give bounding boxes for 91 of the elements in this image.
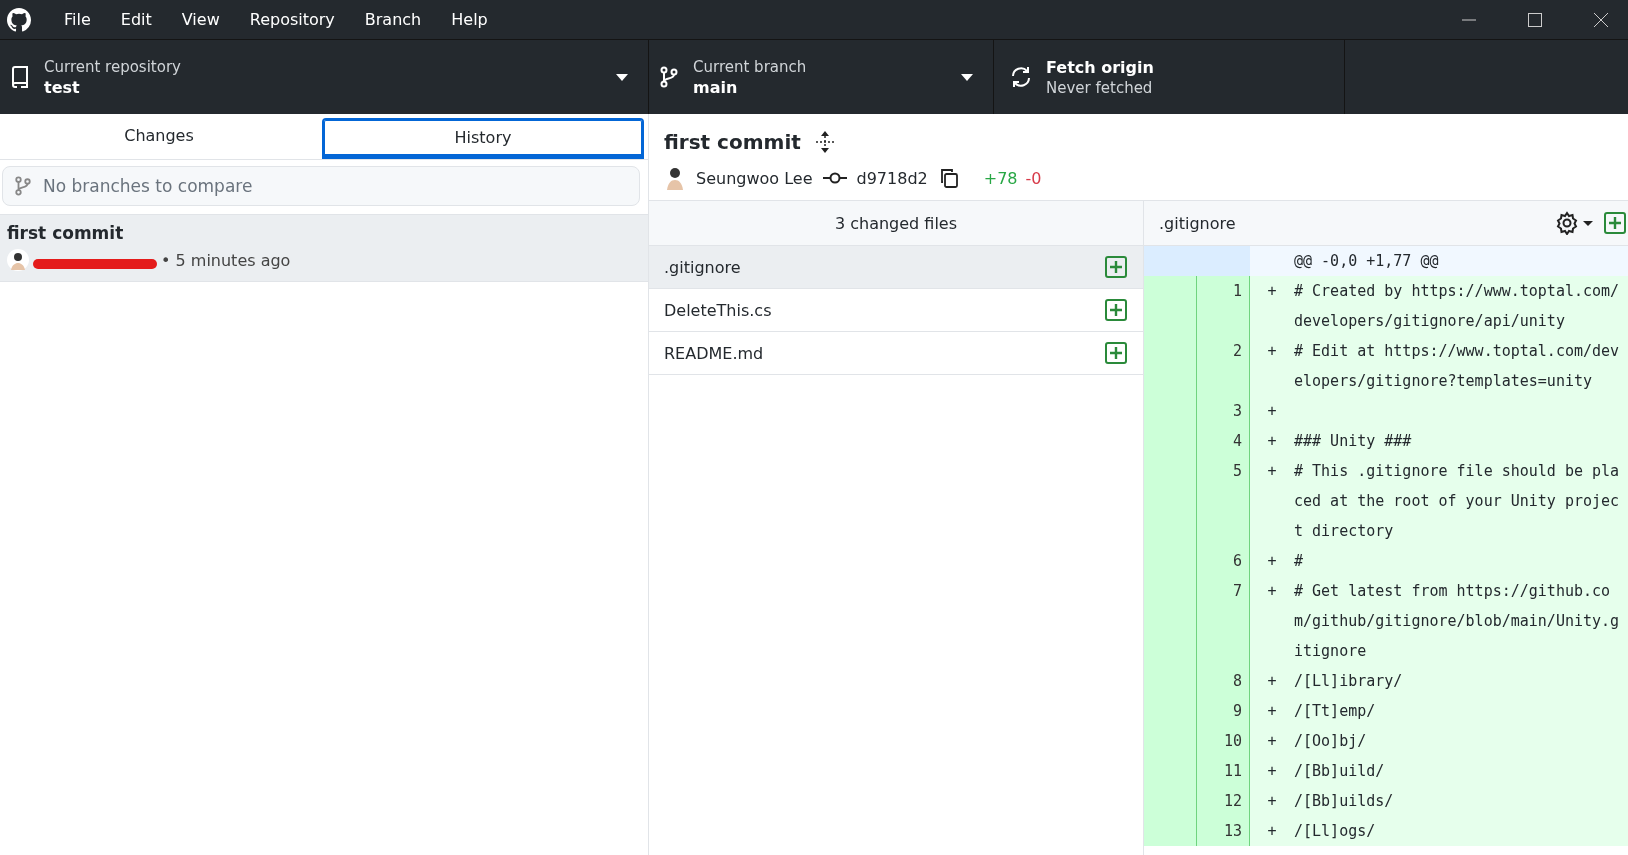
tab[interactable]: History bbox=[322, 118, 644, 159]
commit-icon bbox=[822, 171, 847, 185]
commit-sha: d9718d2 bbox=[856, 168, 928, 188]
code-line: developers/gitignore/api/unity bbox=[1294, 311, 1565, 332]
code-line: /[Ll]ibrary/ bbox=[1294, 671, 1403, 692]
branch-icon bbox=[14, 175, 32, 197]
commit-item[interactable]: first commit • 5 minutes ago bbox=[0, 215, 648, 282]
added-icon bbox=[1105, 256, 1127, 278]
line-number: 4 bbox=[1197, 426, 1250, 456]
changed-file-row[interactable]: .gitignore bbox=[649, 246, 1143, 289]
hunk-header: @@ -0,0 +1,77 @@ bbox=[1294, 251, 1439, 272]
line-number: 13 bbox=[1197, 816, 1250, 846]
caret-icon bbox=[961, 73, 973, 81]
diff-sign: + bbox=[1267, 671, 1277, 692]
deletions-count: -0 bbox=[1025, 168, 1042, 188]
code-line: t directory bbox=[1294, 521, 1394, 542]
diff-sign: + bbox=[1267, 281, 1277, 302]
line-number: 8 bbox=[1197, 666, 1250, 696]
diff-sign: + bbox=[1267, 821, 1277, 842]
code-line: ### Unity ### bbox=[1294, 431, 1412, 452]
additions-count: +78 bbox=[983, 168, 1018, 188]
code-line: ced at the root of your Unity projec bbox=[1294, 491, 1620, 512]
settings-icon[interactable] bbox=[1556, 211, 1594, 235]
line-number: 2 bbox=[1197, 336, 1250, 396]
commit-title: first commit bbox=[7, 223, 125, 243]
gutter-cell bbox=[1144, 816, 1197, 846]
menu-item[interactable]: Branch bbox=[349, 10, 437, 29]
branch-dropdown[interactable]: Current branch main bbox=[649, 40, 994, 114]
line-number: 12 bbox=[1197, 786, 1250, 816]
diff-sign: + bbox=[1267, 581, 1277, 602]
branch-compare-field[interactable]: No branches to compare bbox=[2, 166, 640, 206]
menu-item[interactable]: View bbox=[166, 10, 235, 29]
line-number: 5 bbox=[1197, 456, 1250, 546]
code-line: # bbox=[1294, 551, 1304, 572]
commit-time: • 5 minutes ago bbox=[161, 250, 291, 270]
caret-icon bbox=[616, 73, 628, 81]
menu-item[interactable]: Help bbox=[436, 10, 503, 29]
close-icon[interactable] bbox=[1594, 12, 1608, 27]
files-header: 3 changed files bbox=[649, 201, 1143, 246]
code-line: /[Ll]ogs/ bbox=[1294, 821, 1376, 842]
diff-file-name: .gitignore bbox=[1159, 213, 1237, 233]
code-line: # Created by https://www.toptal.com/ bbox=[1294, 281, 1620, 302]
app-logo-icon bbox=[7, 7, 31, 32]
code-line: # Get latest from https://github.co bbox=[1294, 581, 1611, 602]
avatar-icon bbox=[7, 249, 29, 271]
repo-icon bbox=[10, 66, 30, 88]
diff-sign: + bbox=[1267, 791, 1277, 812]
menu-item[interactable]: File bbox=[49, 10, 106, 29]
line-number: 11 bbox=[1197, 756, 1250, 786]
diff-sign: + bbox=[1267, 551, 1277, 572]
added-icon bbox=[1105, 342, 1127, 364]
code-line: /[Bb]uilds/ bbox=[1294, 791, 1394, 812]
diff-sign: + bbox=[1267, 731, 1277, 752]
changed-file-row[interactable]: README.md bbox=[649, 332, 1143, 375]
expand-icon[interactable] bbox=[814, 131, 835, 153]
gutter-cell bbox=[1196, 246, 1250, 276]
line-number: 10 bbox=[1197, 726, 1250, 756]
line-number: 9 bbox=[1197, 696, 1250, 726]
diff-sign: + bbox=[1267, 341, 1277, 362]
diff-sign: + bbox=[1267, 461, 1277, 482]
branch-icon bbox=[659, 66, 679, 88]
commit-title: first commit bbox=[664, 130, 801, 154]
added-icon bbox=[1604, 212, 1626, 234]
added-icon bbox=[1105, 299, 1127, 321]
code-line: # This .gitignore file should be pla bbox=[1294, 461, 1620, 482]
menu-item[interactable]: Repository bbox=[234, 10, 350, 29]
copy-icon[interactable] bbox=[939, 168, 958, 188]
code-line: /[Tt]emp/ bbox=[1294, 701, 1376, 722]
line-number: 7 bbox=[1197, 576, 1250, 666]
line-number: 1 bbox=[1197, 276, 1250, 336]
diff-sign: + bbox=[1267, 761, 1277, 782]
code-line: itignore bbox=[1294, 641, 1367, 662]
avatar-icon bbox=[664, 166, 686, 190]
line-number: 3 bbox=[1197, 396, 1250, 426]
sync-icon bbox=[1010, 66, 1032, 88]
code-line: # Edit at https://www.toptal.com/dev bbox=[1294, 341, 1620, 362]
code-line: /[Bb]uild/ bbox=[1294, 761, 1385, 782]
menu-item[interactable]: Edit bbox=[105, 10, 167, 29]
maximize-icon[interactable] bbox=[1528, 12, 1542, 27]
line-number: 6 bbox=[1197, 546, 1250, 576]
changed-file-row[interactable]: DeleteThis.cs bbox=[649, 289, 1143, 332]
code-line: m/github/gitignore/blob/main/Unity.g bbox=[1294, 611, 1620, 632]
gutter-cell bbox=[1144, 276, 1197, 336]
diff-sign: + bbox=[1267, 401, 1277, 422]
diff-sign: + bbox=[1267, 701, 1277, 722]
code-line: /[Oo]bj/ bbox=[1294, 731, 1367, 752]
diff-sign: + bbox=[1267, 431, 1277, 452]
gutter-cell bbox=[1144, 246, 1196, 276]
fetch-button[interactable]: Fetch origin Never fetched bbox=[994, 40, 1345, 114]
author-name: Seungwoo Lee bbox=[696, 168, 813, 188]
code-line: elopers/gitignore?templates=unity bbox=[1294, 371, 1592, 392]
